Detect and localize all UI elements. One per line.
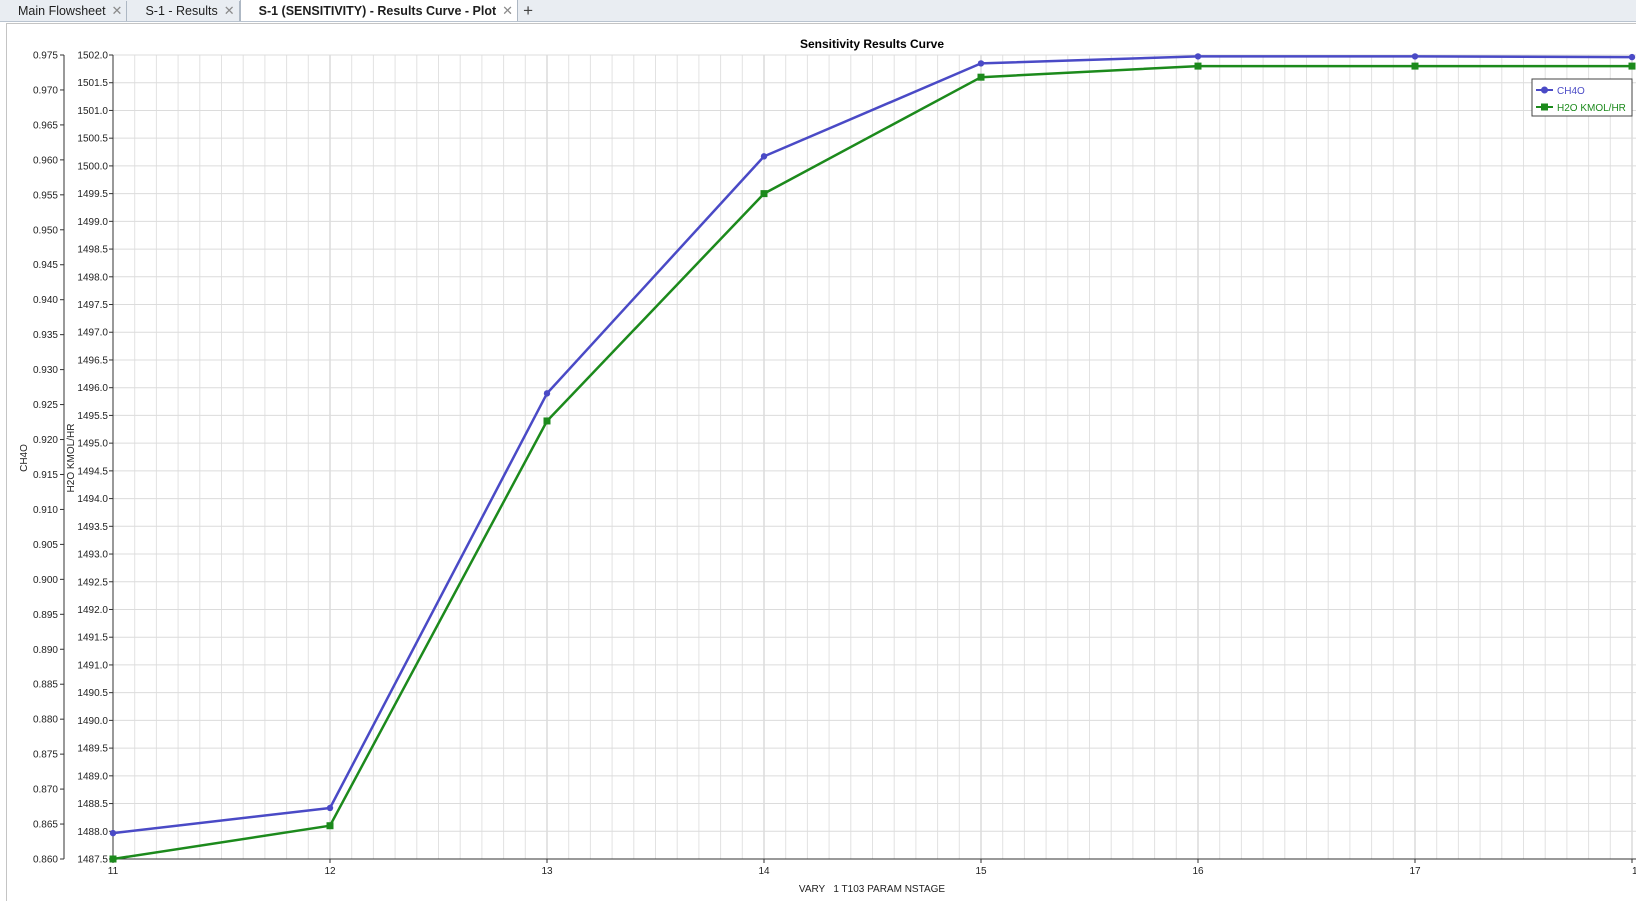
data-point-ch4o [1194,53,1202,60]
legend-marker-ch4o [1541,86,1548,94]
y-tick-label-right: 1492.0 [77,605,108,616]
x-tick-label: 15 [975,866,987,877]
y-tick-label-right: 1487.5 [77,855,108,866]
y-tick-label-left: 0.875 [33,750,58,761]
x-tick-label: 13 [541,866,553,877]
chart-title: Sensitivity Results Curve [800,37,944,51]
y-tick-label-left: 0.925 [33,400,58,411]
y-axis-label-right: H2O KMOL/HR [66,424,77,493]
y-tick-label-right: 1491.5 [77,633,108,644]
y-tick-label-left: 0.865 [33,820,58,831]
y-tick-label-left: 0.900 [33,575,58,586]
y-tick-label-right: 1501.5 [77,78,108,89]
y-tick-label-left: 0.970 [33,85,58,96]
x-tick-label: 18 [1632,866,1636,877]
data-point-ch4o [760,153,768,160]
y-tick-label-left: 0.905 [33,540,58,551]
y-tick-label-right: 1499.0 [77,217,108,228]
y-tick-label-left: 0.965 [33,120,58,131]
y-tick-label-right: 1496.0 [77,383,108,394]
y-tick-label-right: 1492.5 [77,577,108,588]
y-tick-label-left: 0.885 [33,680,58,691]
legend-label-h2o: H2O KMOL/HR [1557,103,1626,114]
data-point-ch4o [977,60,985,67]
y-tick-label-left: 0.920 [33,435,58,446]
y-tick-label-right: 1494.5 [77,466,108,477]
y-tick-label-left: 0.950 [33,225,58,236]
sensitivity-chart[interactable]: Sensitivity Results Curve VARY 1 T103 PA… [0,0,1636,901]
y-tick-label-right: 1489.0 [77,771,108,782]
y-tick-label-right: 1491.0 [77,660,108,671]
y-tick-label-right: 1496.5 [77,355,108,366]
grid-lines [112,54,1636,860]
y-tick-label-left: 0.930 [33,365,58,376]
y-tick-label-right: 1489.5 [77,744,108,755]
y-tick-label-left: 0.940 [33,295,58,306]
y-tick-label-right: 1488.5 [77,799,108,810]
data-point-h2o [326,822,334,830]
y-tick-label-left: 0.935 [33,330,58,341]
legend-marker-h2o [1541,103,1548,111]
y-tick-label-left: 0.895 [33,610,58,621]
y-tick-label-right: 1497.0 [77,328,108,339]
y-tick-label-left: 0.860 [33,855,58,866]
y-tick-label-right: 1502.0 [77,51,108,62]
y-tick-label-right: 1493.0 [77,550,108,561]
data-point-h2o [543,417,551,425]
data-point-h2o [1411,62,1419,70]
y-tick-label-right: 1494.0 [77,494,108,505]
y-tick-label-right: 1499.5 [77,189,108,200]
data-point-ch4o [1628,53,1636,61]
y-tick-label-left: 0.870 [33,785,58,796]
y-tick-label-right: 1490.5 [77,688,108,699]
y-tick-label-left: 0.890 [33,645,58,656]
data-point-ch4o [109,829,117,837]
x-tick-label: 16 [1192,866,1204,877]
data-point-ch4o [1411,53,1419,60]
y-tick-label-right: 1490.0 [77,716,108,727]
legend[interactable]: CH4O H2O KMOL/HR [1531,78,1633,117]
y-tick-label-left: 0.910 [33,505,58,516]
y-tick-label-right: 1495.5 [77,411,108,422]
x-axis-label: VARY 1 T103 PARAM NSTAGE [799,884,945,895]
axes: 0.975 0.970 0.965 0.960 0.955 0.950 0.945 0.940… [33,51,1636,877]
y-tick-label-right: 1498.5 [77,245,108,256]
data-point-ch4o [326,804,334,812]
y-tick-label-left: 0.945 [33,260,58,271]
y-tick-label-right: 1498.0 [77,272,108,283]
data-point-h2o [1194,62,1202,70]
data-point-h2o [1628,62,1636,70]
y-tick-label-left: 0.880 [33,715,58,726]
y-tick-label-left: 0.960 [33,155,58,166]
y-tick-label-right: 1500.0 [77,161,108,172]
legend-label-ch4o: CH4O [1557,86,1585,97]
data-point-h2o [109,855,117,863]
data-point-h2o [760,190,768,198]
x-tick-label: 17 [1409,866,1421,877]
data-point-h2o [977,73,985,81]
y-tick-label-right: 1493.5 [77,522,108,533]
y-tick-label-right: 1495.0 [77,439,108,450]
x-tick-label: 12 [324,866,336,877]
y-tick-label-right: 1501.0 [77,106,108,117]
y-tick-label-left: 0.955 [33,190,58,201]
y-tick-label-right: 1497.5 [77,300,108,311]
y-tick-label-right: 1488.0 [77,827,108,838]
y-tick-label-left: 0.975 [33,51,58,62]
x-tick-label: 11 [108,866,119,877]
x-tick-label: 14 [758,866,770,877]
data-point-ch4o [543,390,551,397]
y-axis-label-left: CH4O [19,444,30,472]
y-tick-label-left: 0.915 [33,470,58,481]
y-tick-label-right: 1500.5 [77,134,108,145]
